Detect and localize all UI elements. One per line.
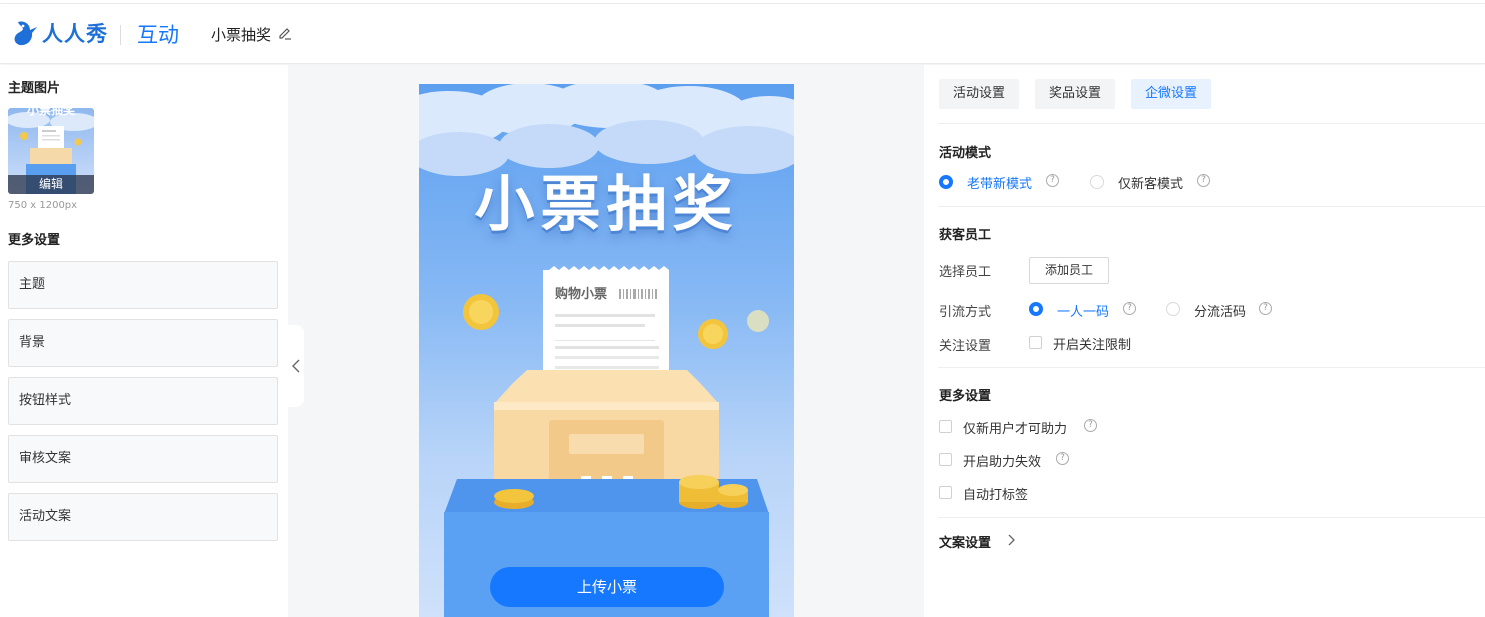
copy-settings-title[interactable]: 文案设置 [939, 532, 991, 551]
right-panel: 活动设置 奖品设置 企微设置 活动模式 老带新模式 ? 仅新客模式 ? 获客员工… [924, 65, 1485, 617]
radio-old-brings-new[interactable] [939, 175, 953, 189]
help-icon[interactable]: ? [1197, 174, 1210, 187]
traffic-option-split-code[interactable]: 分流活码 [1194, 301, 1246, 320]
logo[interactable]: 人人秀 [12, 18, 108, 48]
tab-prize-settings[interactable]: 奖品设置 [1035, 79, 1116, 109]
setting-item-activity-copy[interactable]: 活动文案 [8, 493, 278, 541]
receipt-graphic: 购物小票 [543, 266, 669, 384]
chevron-right-icon[interactable] [1008, 534, 1016, 546]
section-name: 互动 [137, 23, 179, 47]
mode-option-new-only[interactable]: 仅新客模式 [1118, 173, 1183, 192]
left-panel: 主题图片 小票抽奖 编辑 750 x 1200px 更多设置 主题 背景 按钮样… [0, 65, 288, 617]
header-divider [120, 25, 121, 45]
divider [938, 123, 1485, 124]
more-settings-title: 更多设置 [8, 233, 61, 248]
receipt-title: 购物小票 [555, 286, 607, 302]
activity-title: 小票抽奖 [211, 26, 272, 44]
activity-mode-title: 活动模式 [939, 146, 992, 161]
setting-item-button-style[interactable]: 按钮样式 [8, 377, 278, 425]
radio-new-only[interactable] [1090, 175, 1104, 189]
help-icon[interactable]: ? [1056, 452, 1069, 465]
tab-activity-settings[interactable]: 活动设置 [939, 79, 1020, 109]
auto-tag-label[interactable]: 自动打标签 [963, 484, 1028, 503]
follow-limit-label[interactable]: 开启关注限制 [1053, 334, 1131, 353]
add-staff-button[interactable]: 添加员工 [1029, 257, 1109, 284]
tab-wecom-settings[interactable]: 企微设置 [1131, 79, 1212, 109]
help-icon[interactable]: ? [1046, 174, 1059, 187]
theme-image-title: 主题图片 [8, 81, 61, 96]
divider [938, 517, 1485, 518]
chevron-left-icon [292, 359, 300, 373]
phone-preview: 购物小票 小票抽奖 上传小票 [419, 84, 794, 617]
help-expire-label[interactable]: 开启助力失效 [963, 451, 1041, 470]
collapse-panel-button[interactable] [288, 325, 304, 407]
help-icon[interactable]: ? [1123, 302, 1136, 315]
follow-settings-label: 关注设置 [939, 339, 992, 354]
staff-title: 获客员工 [939, 228, 992, 243]
mode-option-old-brings-new[interactable]: 老带新模式 [967, 173, 1032, 192]
select-staff-label: 选择员工 [939, 265, 992, 280]
new-user-only-checkbox[interactable] [939, 420, 952, 433]
theme-thumbnail[interactable]: 小票抽奖 编辑 [8, 108, 94, 194]
logo-text: 人人秀 [42, 22, 108, 46]
app-header: 人人秀 互动 小票抽奖 [0, 4, 1485, 64]
radio-one-person-one-code[interactable] [1029, 302, 1043, 316]
traffic-method-label: 引流方式 [939, 305, 992, 320]
traffic-option-one-code[interactable]: 一人一码 [1057, 301, 1109, 320]
setting-item-theme[interactable]: 主题 [8, 261, 278, 309]
divider [938, 206, 1485, 207]
auto-tag-checkbox[interactable] [939, 486, 952, 499]
bird-logo-icon [14, 21, 37, 46]
divider [938, 367, 1485, 368]
help-expire-checkbox[interactable] [939, 453, 952, 466]
preview-title: 小票抽奖 [474, 170, 739, 240]
setting-item-background[interactable]: 背景 [8, 319, 278, 367]
help-icon[interactable]: ? [1084, 419, 1097, 432]
svg-text:小票抽奖: 小票抽奖 [27, 108, 76, 117]
thumbnail-edit-button[interactable]: 编辑 [8, 175, 94, 194]
new-user-only-label[interactable]: 仅新用户才可助力 [963, 418, 1067, 437]
setting-item-review-copy[interactable]: 审核文案 [8, 435, 278, 483]
thumbnail-size: 750 x 1200px [8, 200, 78, 211]
edit-title-icon[interactable] [278, 26, 292, 40]
help-icon[interactable]: ? [1259, 302, 1272, 315]
upload-receipt-button[interactable]: 上传小票 [490, 567, 724, 607]
follow-limit-checkbox[interactable] [1029, 336, 1042, 349]
radio-split-live-code[interactable] [1166, 302, 1180, 316]
more-settings-title: 更多设置 [939, 389, 992, 404]
